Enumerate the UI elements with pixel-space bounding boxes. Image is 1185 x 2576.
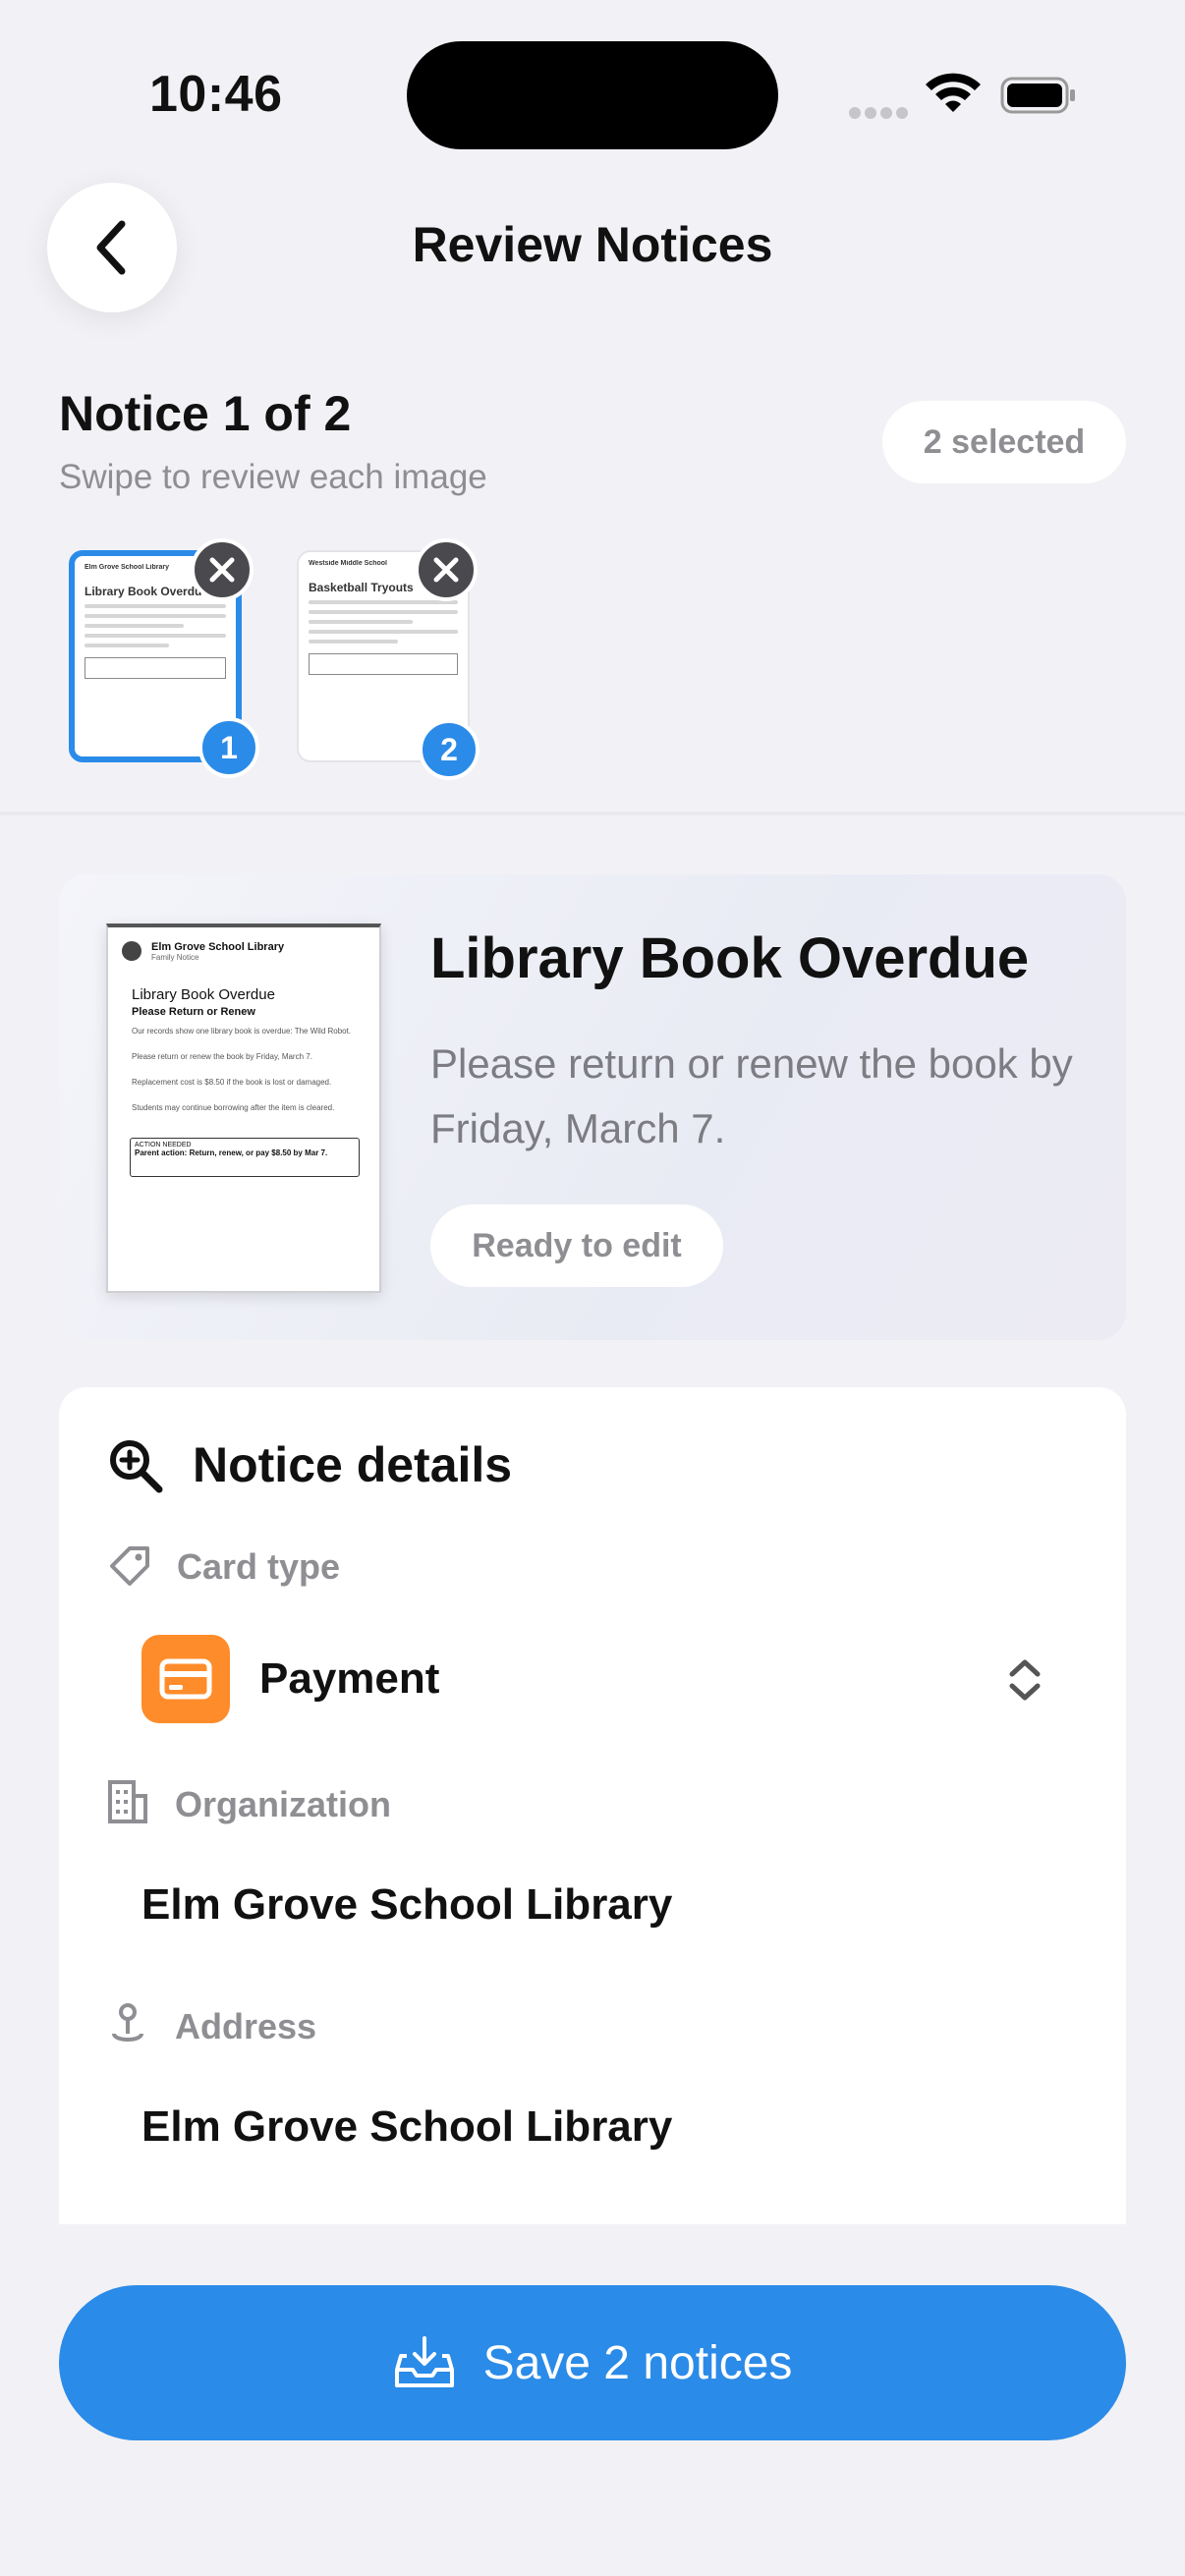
building-icon: [108, 1780, 147, 1823]
divider: [0, 812, 1185, 815]
chevron-up-down-icon[interactable]: [1004, 1656, 1045, 1704]
address-field[interactable]: Elm Grove School Library: [141, 2102, 672, 2152]
card-type-label: Card type: [177, 1546, 341, 1587]
school-logo: [122, 941, 141, 961]
magnifier-plus-icon: [110, 1440, 163, 1493]
remove-thumbnail-1-button[interactable]: [191, 538, 254, 601]
notice-document-image[interactable]: Elm Grove School Library Family Notice Li…: [106, 924, 381, 1293]
thumbnail-1[interactable]: Elm Grove School Library Library Book Ov…: [69, 538, 259, 778]
cellular-signal-icon: [849, 106, 912, 124]
save-notices-button[interactable]: Save 2 notices: [59, 2285, 1126, 2440]
inbox-download-icon: [394, 2336, 454, 2387]
thumbnail-number-badge: 1: [198, 717, 259, 778]
close-icon: [433, 557, 459, 583]
battery-icon: [1000, 77, 1075, 114]
page-title: Review Notices: [412, 217, 773, 272]
organization-field[interactable]: Elm Grove School Library: [141, 1880, 672, 1930]
status-time: 10:46: [149, 66, 283, 123]
remove-thumbnail-2-button[interactable]: [415, 538, 478, 601]
location-pin-icon: [112, 2003, 143, 2042]
dynamic-island: [407, 41, 778, 149]
close-icon: [209, 557, 235, 583]
wifi-icon: [926, 73, 981, 112]
thumbnail-number-badge: 2: [419, 719, 480, 780]
save-button-label: Save 2 notices: [482, 2336, 793, 2389]
swipe-hint: Swipe to review each image: [59, 458, 487, 496]
card-type-select[interactable]: Payment: [259, 1654, 439, 1704]
payment-card-icon: [141, 1635, 230, 1723]
tag-icon: [110, 1546, 149, 1586]
notice-description: Please return or renew the book by Frida…: [430, 1040, 1073, 1151]
organization-label: Organization: [175, 1784, 392, 1824]
notice-counter: Notice 1 of 2: [59, 386, 352, 441]
details-title: Notice details: [193, 1437, 513, 1492]
status-badge: Ready to edit: [430, 1204, 723, 1287]
thumbnail-2[interactable]: Westside Middle School Basketball Tryout…: [297, 538, 480, 780]
selected-count-badge: 2 selected: [882, 401, 1126, 483]
notice-title: Library Book Overdue: [430, 926, 1030, 990]
address-label: Address: [175, 2006, 317, 2046]
